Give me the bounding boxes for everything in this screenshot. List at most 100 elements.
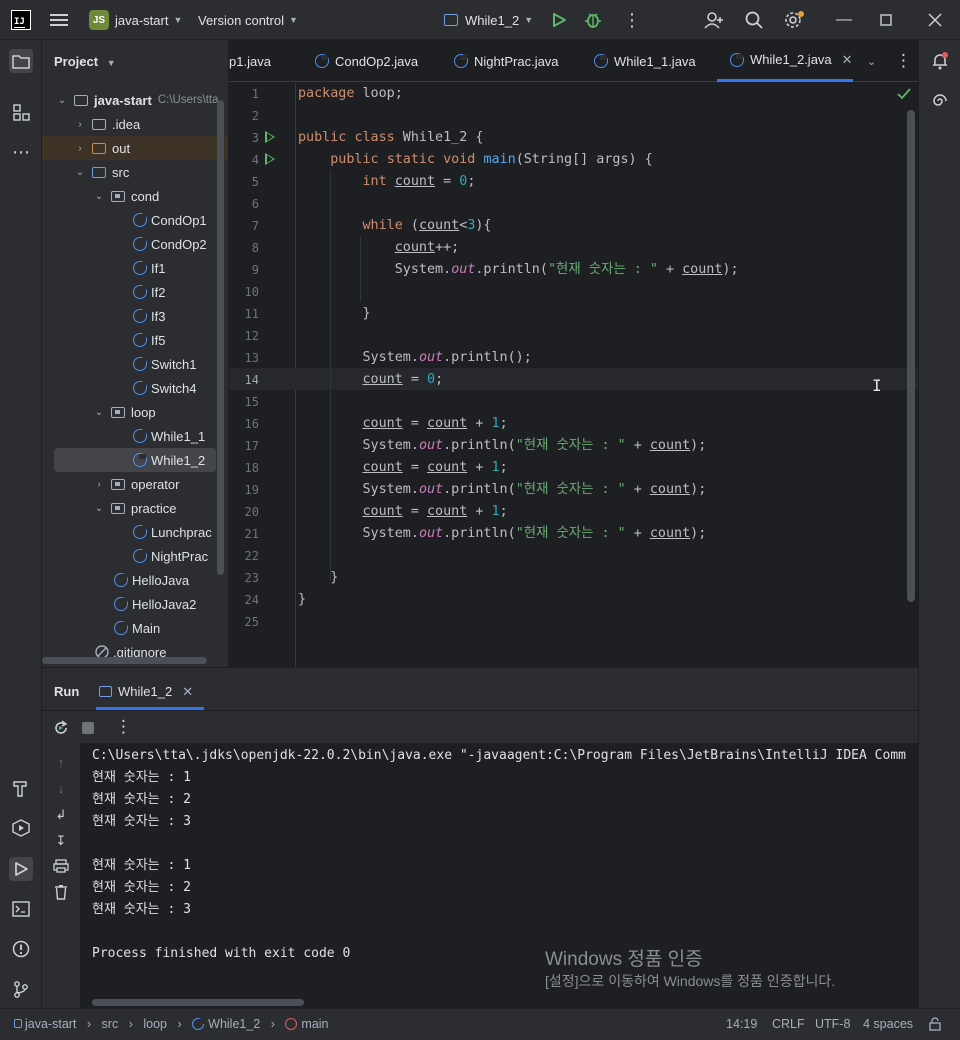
code-line[interactable]: System.out.println("현재 숫자는 : " + count);	[298, 479, 706, 501]
scroll-to-end-icon[interactable]: ↧	[52, 832, 70, 850]
code-line[interactable]: }	[298, 589, 306, 611]
debug-button[interactable]	[584, 0, 602, 40]
tree-item-hellojava2[interactable]: HelloJava2	[42, 592, 228, 616]
code-line[interactable]: public static void main(String[] args) {	[298, 149, 653, 171]
settings-button[interactable]	[783, 0, 805, 40]
tree-item-switch4[interactable]: Switch4	[42, 376, 228, 400]
stop-icon[interactable]	[82, 722, 94, 734]
project-tool-button[interactable]	[9, 49, 33, 73]
scroll-down-icon[interactable]: ↓	[52, 779, 70, 797]
tree-item-nightprac[interactable]: NightPrac	[42, 544, 228, 568]
rerun-button[interactable]	[53, 720, 69, 739]
tree-item-if2[interactable]: If2	[42, 280, 228, 304]
soft-wrap-icon[interactable]: ↲	[52, 806, 70, 824]
tree-item-src[interactable]: ⌄ src	[42, 160, 228, 184]
tree-item-while1-1[interactable]: While1_1	[42, 424, 228, 448]
more-actions-icon[interactable]: ⋮	[623, 0, 641, 40]
tree-item-while1-2[interactable]: While1_2	[54, 448, 216, 472]
readonly-lock-icon[interactable]	[928, 1017, 942, 1034]
caret-position[interactable]: 14:19	[726, 1017, 757, 1031]
code-line[interactable]: public class While1_2 {	[298, 127, 483, 149]
tab-while1-1[interactable]: While1_1.java	[594, 40, 696, 82]
close-tab-icon[interactable]: ✕	[842, 52, 853, 68]
more-tools-icon[interactable]: ⋯	[9, 140, 33, 164]
maximize-window-button[interactable]	[880, 0, 892, 40]
tree-item-loop[interactable]: ⌄ loop	[42, 400, 228, 424]
code-line[interactable]: }	[298, 303, 370, 325]
main-menu-button[interactable]	[50, 0, 68, 40]
code-line[interactable]: System.out.println("현재 숫자는 : " + count);	[298, 259, 739, 281]
git-tool-button[interactable]	[9, 977, 33, 1001]
tab-nightprac[interactable]: NightPrac.java	[454, 40, 559, 82]
breadcrumb-item[interactable]: java-start	[25, 1017, 76, 1031]
code-line[interactable]: while (count<3){	[298, 215, 492, 237]
structure-tool-button[interactable]	[9, 100, 33, 124]
tree-item-condop2[interactable]: CondOp2	[42, 232, 228, 256]
breadcrumb-item[interactable]: src	[102, 1017, 119, 1031]
close-tab-icon[interactable]: ✕	[182, 684, 193, 700]
run-main-gutter-icon[interactable]	[265, 153, 275, 165]
tab-condop1[interactable]: p1.java	[229, 40, 271, 82]
line-separator[interactable]: CRLF	[772, 1017, 805, 1031]
code-line[interactable]: count++;	[298, 237, 460, 259]
code-line[interactable]: count = count + 1;	[298, 501, 508, 523]
tree-item-condop1[interactable]: CondOp1	[42, 208, 228, 232]
tree-item-switch1[interactable]: Switch1	[42, 352, 228, 376]
tabs-dropdown-icon[interactable]: ⌄	[867, 40, 876, 82]
code-line[interactable]: }	[298, 567, 338, 589]
search-button[interactable]	[745, 0, 763, 40]
add-user-button[interactable]	[704, 0, 724, 40]
tree-item-cond[interactable]: ⌄ cond	[42, 184, 228, 208]
ai-assistant-button[interactable]	[928, 89, 952, 113]
tree-item-out[interactable]: › out	[42, 136, 228, 160]
tabs-more-icon[interactable]: ⋮	[895, 40, 912, 82]
tree-item-lunchprac[interactable]: Lunchprac	[42, 520, 228, 544]
code-line[interactable]: count = 0;	[298, 369, 444, 391]
build-tool-button[interactable]	[9, 776, 33, 800]
run-class-gutter-icon[interactable]	[265, 131, 275, 143]
minimize-window-icon[interactable]: —	[836, 0, 852, 40]
version-control-menu[interactable]: Version control ▼	[198, 0, 298, 40]
editor-scrollbar[interactable]	[907, 110, 915, 602]
code-line[interactable]: count = count + 1;	[298, 457, 508, 479]
file-encoding[interactable]: UTF-8	[815, 1017, 850, 1031]
intellij-logo-icon[interactable]: IJ	[11, 10, 31, 30]
problems-tool-button[interactable]	[9, 937, 33, 961]
run-config-selector[interactable]: While1_2 ▼	[444, 0, 533, 40]
terminal-tool-button[interactable]	[9, 897, 33, 921]
console-hscrollbar[interactable]	[92, 999, 304, 1006]
breadcrumb-item[interactable]: loop	[143, 1017, 167, 1031]
code-line[interactable]: package loop;	[298, 83, 403, 105]
tree-root[interactable]: ⌄ java-start C:\Users\tta	[42, 88, 228, 112]
tree-item-hellojava[interactable]: HelloJava	[42, 568, 228, 592]
code-line[interactable]: int count = 0;	[298, 171, 476, 193]
no-problems-check-icon[interactable]	[896, 87, 912, 104]
project-hscrollbar[interactable]	[42, 657, 207, 664]
notifications-button[interactable]	[928, 49, 952, 73]
print-icon[interactable]	[52, 857, 70, 875]
code-line[interactable]: System.out.println();	[298, 347, 531, 369]
tree-item-if1[interactable]: If1	[42, 256, 228, 280]
tree-item-if5[interactable]: If5	[42, 328, 228, 352]
tree-item-if3[interactable]: If3	[42, 304, 228, 328]
close-window-button[interactable]	[928, 0, 942, 40]
code-line[interactable]: System.out.println("현재 숫자는 : " + count);	[298, 523, 706, 545]
breadcrumb-item[interactable]: While1_2	[208, 1017, 260, 1031]
services-tool-button[interactable]	[9, 816, 33, 840]
code-line[interactable]: count = count + 1;	[298, 413, 508, 435]
scroll-up-icon[interactable]: ↑	[52, 753, 70, 771]
code-line[interactable]: System.out.println("현재 숫자는 : " + count);	[298, 435, 706, 457]
tree-item-practice[interactable]: ⌄ practice	[42, 496, 228, 520]
project-scrollbar[interactable]	[217, 100, 224, 575]
run-tab-while1-2[interactable]: While1_2 ✕	[96, 680, 204, 710]
tree-item-operator[interactable]: › operator	[42, 472, 228, 496]
project-switcher[interactable]: JS java-start ▼	[89, 0, 182, 40]
run-more-icon[interactable]: ⋮	[115, 717, 132, 737]
run-button[interactable]	[551, 0, 567, 40]
tree-item-main[interactable]: Main	[42, 616, 228, 640]
trash-icon[interactable]	[52, 883, 70, 901]
indent-setting[interactable]: 4 spaces	[863, 1017, 913, 1031]
breadcrumb-item[interactable]: main	[301, 1017, 328, 1031]
run-tool-button[interactable]	[9, 857, 33, 881]
tab-condop2[interactable]: CondOp2.java	[315, 40, 418, 82]
